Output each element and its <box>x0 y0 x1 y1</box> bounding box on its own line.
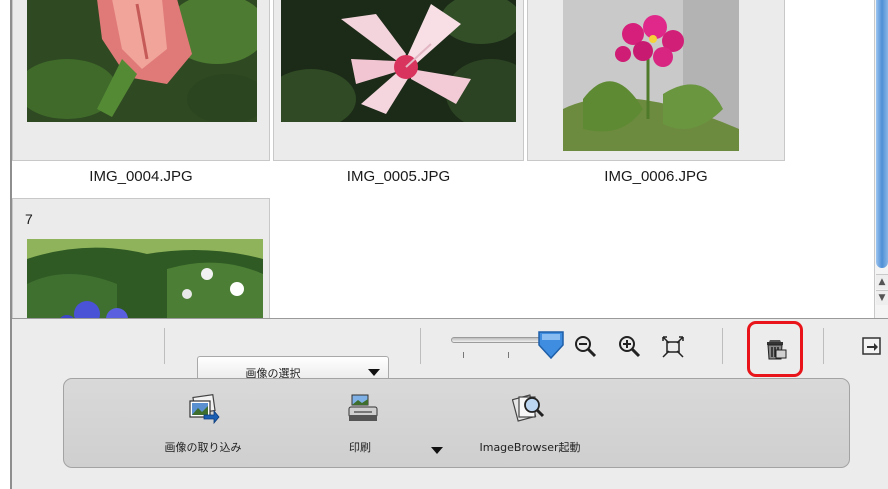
image-browser-icon[interactable] <box>512 391 546 425</box>
scroll-up-icon[interactable]: ▲ <box>876 274 888 289</box>
thumbnail-cell[interactable] <box>12 0 270 161</box>
scrollbar-thumb[interactable] <box>876 0 888 268</box>
thumbnail-image[interactable] <box>27 239 263 320</box>
print-icon[interactable] <box>346 393 380 425</box>
slider-tick <box>508 352 509 358</box>
thumbnail-image[interactable] <box>281 0 516 122</box>
dropdown-arrow-icon <box>368 369 380 376</box>
import-images-label[interactable]: 画像の取り込み <box>133 439 273 455</box>
zoom-in-icon[interactable] <box>617 334 643 360</box>
thumbnail-cell[interactable] <box>527 0 785 161</box>
export-icon[interactable] <box>860 334 884 358</box>
slider-tick <box>463 352 464 358</box>
thumbnail-number: 7 <box>25 211 33 227</box>
print-dropdown-arrow-icon[interactable] <box>431 447 443 454</box>
scroll-down-icon[interactable]: ▼ <box>876 290 888 305</box>
zoom-out-icon[interactable] <box>573 334 599 360</box>
image-browser-label[interactable]: ImageBrowser起動 <box>455 439 605 455</box>
thumbnail-caption: IMG_0006.JPG <box>604 168 708 185</box>
toolbar-divider <box>722 328 723 364</box>
thumbnail-grid[interactable]: IMG_0004.JPG IMG_0005.JPG IMG_0006.JPG 7 <box>12 0 874 320</box>
toolbar-divider <box>164 328 165 364</box>
thumbnail-image[interactable] <box>563 0 739 151</box>
import-images-icon[interactable] <box>186 393 220 425</box>
thumbnail-size-slider[interactable] <box>451 337 551 343</box>
thumbnail-caption: IMG_0004.JPG <box>89 168 193 185</box>
slider-knob[interactable] <box>537 330 565 360</box>
trash-icon[interactable] <box>762 336 788 362</box>
thumbnail-cell[interactable] <box>273 0 524 161</box>
thumbnail-image[interactable] <box>27 0 257 122</box>
toolbar-divider <box>823 328 824 364</box>
thumbnail-caption: IMG_0005.JPG <box>346 168 451 185</box>
toolbar-divider <box>420 328 421 364</box>
print-label[interactable]: 印刷 <box>320 439 400 455</box>
fit-to-window-icon[interactable] <box>660 334 686 360</box>
thumbnail-cell[interactable]: 7 <box>12 198 270 320</box>
